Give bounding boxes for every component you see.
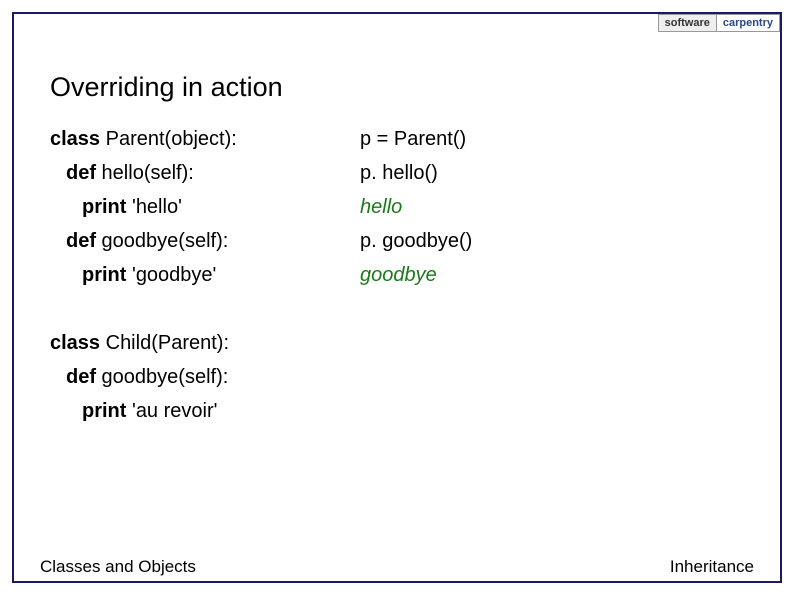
keyword-def: def (66, 162, 96, 184)
code-line: p = Parent() (360, 122, 744, 156)
output-line: hello (360, 190, 744, 224)
keyword-class: class (50, 128, 100, 150)
code-text: 'goodbye' (126, 264, 216, 286)
logo-main: software carpentry (658, 14, 780, 32)
keyword-print: print (82, 264, 126, 286)
left-code-column: class Parent(object): def hello(self): p… (50, 122, 360, 428)
code-text: Parent(object): (100, 128, 237, 150)
slide-content: class Parent(object): def hello(self): p… (50, 122, 744, 428)
footer-right: Inheritance (670, 557, 754, 577)
blank-line (50, 292, 360, 326)
code-text: Child(Parent): (100, 332, 229, 354)
code-text: goodbye(self): (96, 366, 228, 388)
code-line: def goodbye(self): (50, 224, 360, 258)
code-line: class Child(Parent): (50, 326, 360, 360)
slide-title: Overriding in action (50, 72, 283, 103)
logo-word-software: software (659, 15, 717, 31)
code-line: p. hello() (360, 156, 744, 190)
keyword-class: class (50, 332, 100, 354)
code-line: print 'goodbye' (50, 258, 360, 292)
logo-word-carpentry: carpentry (717, 15, 779, 31)
keyword-def: def (66, 366, 96, 388)
keyword-def: def (66, 230, 96, 252)
output-line: goodbye (360, 258, 744, 292)
keyword-print: print (82, 400, 126, 422)
code-line: def goodbye(self): (50, 360, 360, 394)
software-carpentry-logo: software carpentry (658, 14, 780, 33)
code-text: goodbye(self): (96, 230, 228, 252)
footer-left: Classes and Objects (40, 557, 196, 577)
code-line: p. goodbye() (360, 224, 744, 258)
code-line: class Parent(object): (50, 122, 360, 156)
code-line: print 'hello' (50, 190, 360, 224)
code-text: hello(self): (96, 162, 194, 184)
right-code-column: p = Parent() p. hello() hello p. goodbye… (360, 122, 744, 428)
code-text: 'au revoir' (126, 400, 217, 422)
code-line: def hello(self): (50, 156, 360, 190)
code-text: 'hello' (126, 196, 181, 218)
keyword-print: print (82, 196, 126, 218)
code-line: print 'au revoir' (50, 394, 360, 428)
